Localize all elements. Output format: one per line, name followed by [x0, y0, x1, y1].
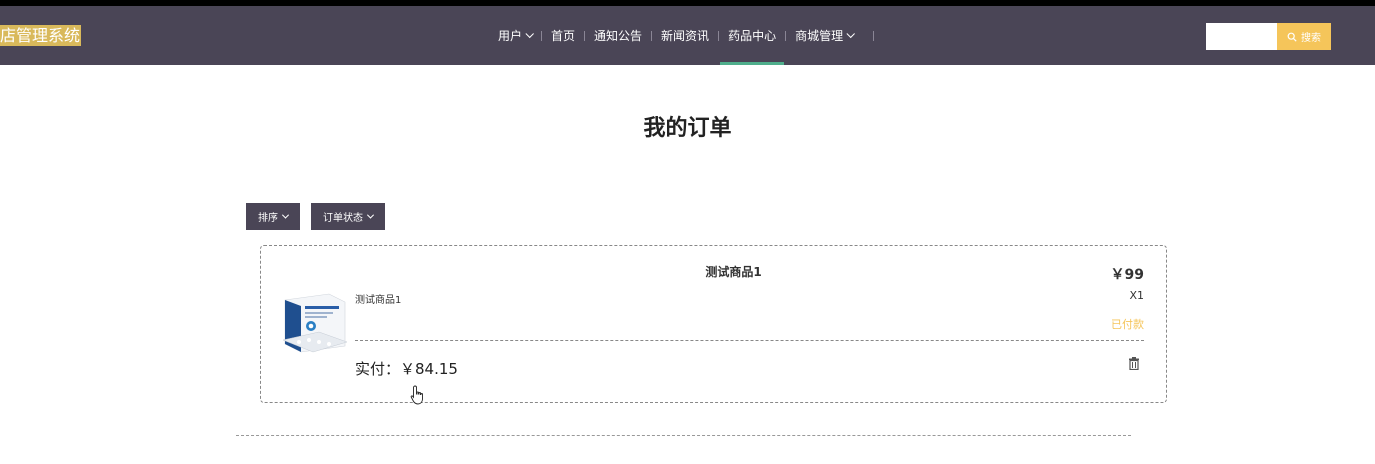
chevron-down-icon [366, 211, 375, 219]
nav-separator [718, 30, 720, 41]
nav-item-label: 药品中心 [728, 29, 777, 43]
trash-icon[interactable] [1128, 357, 1140, 370]
nav-item-label: 商城管理 [795, 29, 844, 43]
navbar: 店管理系统 用户 首页 通知公告 新闻资讯 药品中心 商城管理 搜索 [0, 6, 1375, 65]
nav-item-shop-admin[interactable]: 商城管理 [787, 6, 861, 65]
nav-item-label: 通知公告 [594, 29, 643, 43]
product-quantity: X1 [1129, 289, 1144, 302]
sort-dropdown[interactable]: 排序 [246, 203, 300, 230]
order-status-badge: 已付款 [1111, 318, 1144, 331]
nav-item-user[interactable]: 用户 [490, 6, 540, 65]
nav-item-label: 用户 [498, 29, 523, 43]
product-title: 测试商品1 [705, 265, 762, 279]
brand-title: 店管理系统 [0, 25, 82, 46]
product-name: 测试商品1 [355, 295, 402, 306]
order-status-dropdown[interactable]: 订单状态 [311, 203, 385, 230]
nav-separator [651, 30, 653, 41]
section-divider [236, 435, 1131, 436]
search-button-label: 搜索 [1301, 33, 1321, 44]
nav-separator [584, 30, 586, 41]
chevron-down-icon [281, 211, 290, 219]
nav-item-drug-center[interactable]: 药品中心 [720, 6, 785, 65]
nav-item-label: 首页 [551, 29, 576, 43]
nav-item-notices[interactable]: 通知公告 [586, 6, 650, 65]
chevron-down-icon [525, 29, 534, 38]
search-icon [1287, 32, 1297, 42]
product-thumbnail[interactable] [279, 290, 349, 360]
nav-item-label: 新闻资讯 [661, 29, 710, 43]
page-title: 我的订单 [643, 116, 732, 141]
order-card: 测试商品1 测试商品1 ￥99 X1 已付款 实付：￥84.15 [260, 245, 1167, 403]
divider [355, 340, 1144, 341]
search-button[interactable]: 搜索 [1277, 23, 1331, 50]
product-price: ￥99 [1110, 267, 1144, 283]
chevron-down-icon [846, 29, 856, 38]
nav-item-news[interactable]: 新闻资讯 [653, 6, 717, 65]
nav-separator [785, 30, 787, 41]
hand-cursor-icon [410, 385, 423, 405]
order-status-label: 订单状态 [323, 213, 363, 224]
paid-amount: 实付：￥84.15 [355, 360, 458, 378]
nav-separator [873, 30, 875, 41]
search-input[interactable] [1206, 23, 1278, 50]
nav-separator [541, 30, 543, 41]
sort-label: 排序 [258, 213, 278, 224]
main-nav: 用户 首页 通知公告 新闻资讯 药品中心 商城管理 [490, 6, 875, 65]
nav-item-home[interactable]: 首页 [543, 6, 583, 65]
